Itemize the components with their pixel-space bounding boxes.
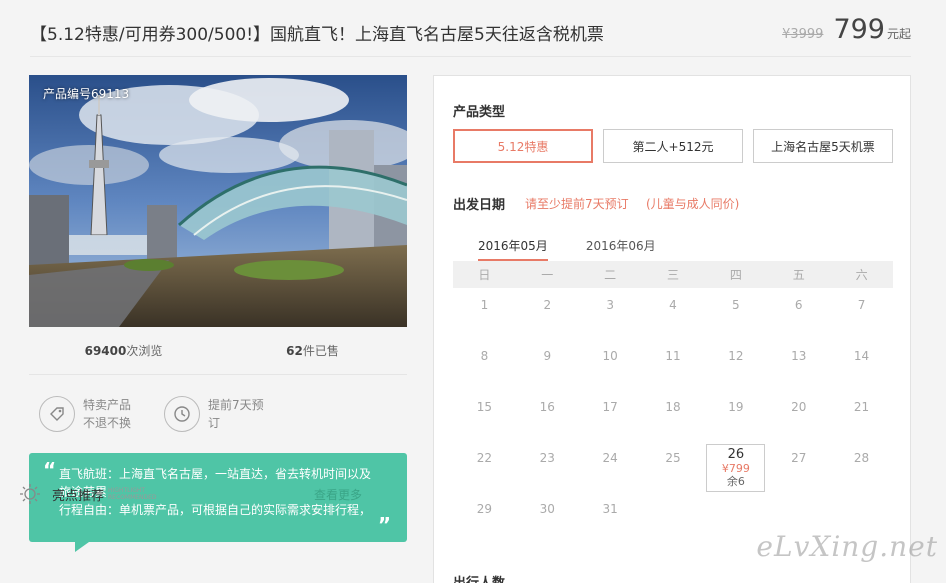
- calendar-days: 1 2 3 4 5 6 7 8 9 10 11 12 13 14 15 16 17 18 19 20 21 22 23 24 2…: [453, 288, 893, 543]
- child-price-note: (儿童与成人同价): [646, 197, 740, 211]
- views-stat: 69400次浏览: [29, 342, 218, 359]
- page-header: 【5.12特惠/可用券300/500!】国航直飞！上海直飞名古屋5天往返含税机票…: [0, 0, 946, 58]
- calendar: 日 一 二 三 四 五 六 1 2 3 4 5 6 7 8 9 10 11 12 13 14 15 16 17 1…: [453, 261, 893, 543]
- product-left-column: 产品编号69113 69400次浏览 62件已售 特卖产品 不退不换 提前7天预…: [29, 75, 407, 552]
- calendar-weekdays: 日 一 二 三 四 五 六: [453, 261, 893, 288]
- tab-month-may[interactable]: 2016年05月: [478, 237, 548, 265]
- calendar-day-number: 26: [727, 447, 745, 462]
- weekday-sun: 日: [478, 268, 491, 282]
- sold-label: 件已售: [302, 344, 339, 358]
- weekday-thu: 四: [729, 268, 742, 282]
- calendar-day: 25: [665, 451, 681, 465]
- calendar-day: 23: [539, 451, 555, 465]
- nagoya-city-photo: [29, 75, 407, 327]
- product-features: 特卖产品 不退不换 提前7天预订: [29, 375, 407, 453]
- weekday-sat: 六: [855, 268, 868, 282]
- calendar-day: 14: [853, 349, 870, 363]
- departure-date-label: 出发日期: [453, 198, 506, 213]
- product-photo[interactable]: 产品编号69113: [29, 75, 407, 327]
- month-tabs: 2016年05月 2016年06月: [478, 237, 656, 265]
- feature-special-sale: 特卖产品 不退不换: [39, 396, 164, 432]
- weekday-tue: 二: [604, 268, 617, 282]
- calendar-day: 22: [476, 451, 493, 465]
- price-unit: 元起: [886, 27, 911, 41]
- highlight-subtitle-line2: RECOMMENDED: [108, 494, 157, 501]
- booking-panel: 产品类型 5.12特惠 第二人+512元 上海名古屋5天机票 出发日期 请至少提…: [433, 75, 911, 583]
- calendar-day: 29: [476, 502, 493, 516]
- highlight-footer: 亮点推荐 HIGHTLIGHT RECOMMENDED 查看更多: [18, 482, 378, 506]
- calendar-day: 18: [665, 400, 681, 414]
- calendar-day: 9: [543, 349, 552, 363]
- calendar-day: 21: [853, 400, 870, 414]
- product-id-label: 产品编号69113: [43, 87, 130, 101]
- calendar-day: 24: [602, 451, 618, 465]
- calendar-day: 17: [602, 400, 618, 414]
- header-divider: [30, 56, 911, 57]
- sold-count: 62: [286, 344, 303, 358]
- calendar-day: 8: [480, 349, 489, 363]
- original-price: ¥3999: [782, 27, 824, 42]
- calendar-day: 7: [857, 298, 866, 312]
- calendar-day: 4: [669, 298, 677, 312]
- close-quote-icon: ”: [377, 513, 391, 537]
- calendar-day: 30: [539, 502, 555, 516]
- product-type-label: 产品类型: [453, 105, 506, 120]
- open-quote-icon: “: [43, 458, 57, 482]
- calendar-day: 28: [853, 451, 870, 465]
- views-count: 69400: [84, 344, 127, 358]
- lightbulb-icon: [20, 484, 40, 504]
- product-type-options: 5.12特惠 第二人+512元 上海名古屋5天机票: [453, 129, 893, 163]
- calendar-day-price: ¥799: [721, 462, 750, 475]
- calendar-day: 10: [602, 349, 618, 363]
- tag-icon: [39, 396, 75, 432]
- calendar-day: 13: [791, 349, 807, 363]
- calendar-day: 2: [543, 298, 552, 312]
- calendar-day: 31: [602, 502, 618, 516]
- feature-advance-booking: 提前7天预订: [164, 396, 289, 432]
- clock-icon: [164, 396, 200, 432]
- current-price: 799: [833, 14, 885, 45]
- highlight-subtitle-line1: HIGHTLIGHT: [108, 487, 146, 494]
- calendar-day: 5: [732, 298, 740, 312]
- calendar-day: 15: [476, 400, 493, 414]
- calendar-day: 27: [791, 451, 807, 465]
- calendar-day: 19: [728, 400, 744, 414]
- price-box: ¥3999 799 元起: [782, 14, 911, 45]
- highlight-subtitle: HIGHTLIGHT RECOMMENDED: [108, 487, 157, 501]
- calendar-day: 20: [791, 400, 807, 414]
- calendar-day-available[interactable]: 26 ¥799 余6: [706, 444, 766, 492]
- feature-advance-booking-text: 提前7天预订: [208, 398, 264, 430]
- weekday-fri: 五: [792, 268, 805, 282]
- weekday-mon: 一: [541, 268, 554, 282]
- type-option-flight-ticket[interactable]: 上海名古屋5天机票: [753, 129, 893, 163]
- view-more-link[interactable]: 查看更多: [314, 486, 362, 503]
- weekday-wed: 三: [666, 268, 679, 282]
- type-option-second-person[interactable]: 第二人+512元: [603, 129, 743, 163]
- calendar-day: 12: [728, 349, 744, 363]
- highlight-title: 亮点推荐: [52, 488, 105, 504]
- sold-stat: 62件已售: [218, 342, 407, 359]
- calendar-day: 11: [665, 349, 681, 363]
- product-stats: 69400次浏览 62件已售: [29, 327, 407, 375]
- advance-booking-note: 请至少提前7天预订: [525, 197, 629, 211]
- views-label: 次浏览: [126, 344, 163, 358]
- calendar-day: 3: [606, 298, 614, 312]
- feature-special-sale-text: 特卖产品 不退不换: [83, 398, 132, 430]
- tab-month-june[interactable]: 2016年06月: [586, 237, 656, 260]
- calendar-day: 6: [794, 298, 803, 312]
- type-option-special[interactable]: 5.12特惠: [453, 129, 593, 163]
- page-title: 【5.12特惠/可用券300/500!】国航直飞！上海直飞名古屋5天往返含税机票: [30, 25, 604, 45]
- travelers-label: 出行人数: [453, 572, 505, 583]
- highlight-pointer: [75, 542, 89, 552]
- calendar-day-stock: 余6: [726, 475, 745, 488]
- calendar-day: 16: [539, 400, 555, 414]
- site-watermark: eLvXing.net: [756, 530, 938, 563]
- calendar-day: 1: [480, 298, 489, 312]
